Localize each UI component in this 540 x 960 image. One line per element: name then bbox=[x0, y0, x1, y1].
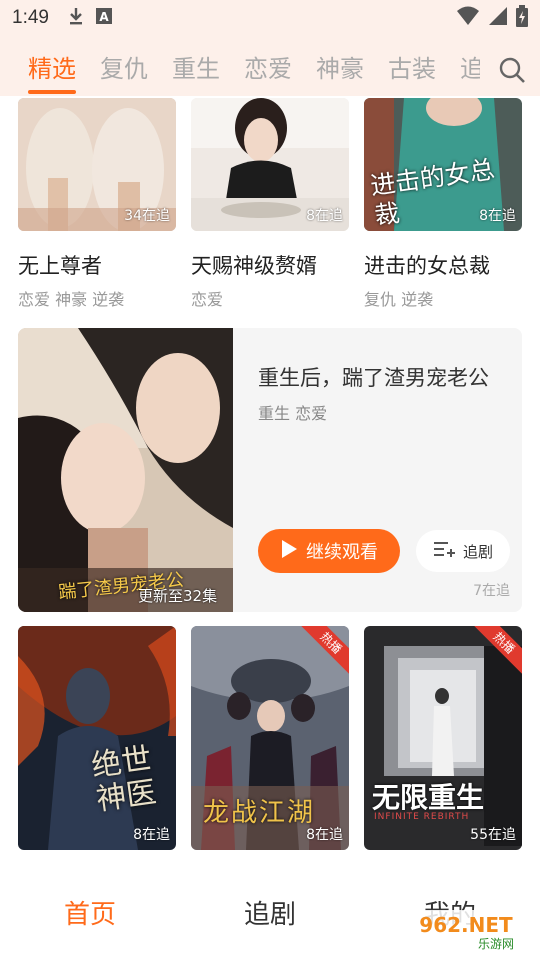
add-to-list-icon bbox=[433, 540, 457, 562]
svg-text:A: A bbox=[99, 10, 109, 24]
follow-drama-button[interactable]: 追剧 bbox=[416, 530, 510, 572]
drama-tags: 恋爱 bbox=[191, 290, 224, 309]
tab-more[interactable]: 追 bbox=[460, 49, 480, 84]
download-icon bbox=[67, 6, 85, 30]
follow-count: 34在追 bbox=[124, 208, 170, 224]
watermark-logo: 962.NET 乐游网 bbox=[400, 906, 532, 954]
featured-tags: 重生 恋爱 bbox=[258, 404, 328, 423]
nav-home[interactable]: 首页 bbox=[0, 870, 180, 960]
drama-card-poster[interactable]: 绝世神医 8在追 bbox=[18, 626, 176, 850]
continue-watching-button[interactable]: 继续观看 bbox=[258, 529, 400, 573]
wifi-icon bbox=[456, 6, 480, 30]
drama-title[interactable]: 进击的女总裁 bbox=[364, 250, 490, 280]
svg-text:962.NET: 962.NET bbox=[419, 913, 513, 937]
category-tabs: 精选 复仇 重生 恋爱 神豪 古装 追 bbox=[0, 36, 540, 96]
drama-tags: 恋爱 神豪 逆袭 bbox=[18, 290, 125, 309]
nav-following[interactable]: 追剧 bbox=[180, 870, 360, 960]
drama-card-poster[interactable]: 34在追 bbox=[18, 98, 176, 231]
text-a-icon: A bbox=[95, 7, 113, 29]
poster-title-art: 无限重生 bbox=[372, 781, 485, 814]
status-bar: 1:49 A bbox=[0, 0, 540, 36]
tab-costume[interactable]: 古装 bbox=[388, 49, 436, 84]
battery-icon bbox=[516, 5, 528, 31]
follow-drama-label: 追剧 bbox=[462, 542, 493, 561]
featured-drama-card[interactable]: 踹了渣男宠老公 更新至32集 重生后，踹了渣男宠老公 重生 恋爱 继续观看 追剧… bbox=[18, 328, 522, 612]
follow-count: 8在追 bbox=[479, 208, 516, 224]
tab-rebirth[interactable]: 重生 bbox=[172, 49, 220, 84]
featured-title: 重生后，踹了渣男宠老公 bbox=[258, 366, 489, 390]
tab-featured[interactable]: 精选 bbox=[28, 49, 76, 94]
svg-text:乐游网: 乐游网 bbox=[478, 937, 514, 951]
signal-icon bbox=[488, 6, 508, 30]
tab-tycoon[interactable]: 神豪 bbox=[316, 49, 364, 84]
drama-tags: 复仇 逆袭 bbox=[364, 290, 434, 309]
follow-count: 7在追 bbox=[473, 583, 510, 599]
tab-revenge[interactable]: 复仇 bbox=[100, 49, 148, 84]
drama-card-poster[interactable]: 无限重生 INFINITE REBIRTH 热播 55在追 bbox=[364, 626, 522, 850]
tab-romance[interactable]: 恋爱 bbox=[244, 49, 292, 84]
drama-title[interactable]: 无上尊者 bbox=[18, 250, 102, 280]
drama-card-poster[interactable]: 进击的女总裁 8在追 bbox=[364, 98, 522, 231]
drama-card-poster[interactable]: 龙战江湖 热播 8在追 bbox=[191, 626, 349, 850]
poster-title-art: 龙战江湖 bbox=[203, 798, 316, 828]
status-time: 1:49 bbox=[12, 7, 49, 28]
continue-watching-label: 继续观看 bbox=[306, 542, 378, 563]
search-icon[interactable] bbox=[498, 56, 526, 88]
play-icon bbox=[280, 539, 298, 564]
poster-title-art: 绝世神医 bbox=[89, 741, 159, 818]
episode-update: 更新至32集 bbox=[138, 587, 218, 605]
drama-title[interactable]: 天赐神级赘婿 bbox=[191, 250, 317, 280]
follow-count: 8在追 bbox=[306, 827, 343, 843]
featured-poster bbox=[18, 328, 233, 612]
drama-card-poster[interactable]: 8在追 bbox=[191, 98, 349, 231]
follow-count: 8在追 bbox=[133, 827, 170, 843]
poster-subtitle-art: INFINITE REBIRTH bbox=[374, 812, 470, 822]
follow-count: 8在追 bbox=[306, 208, 343, 224]
follow-count: 55在追 bbox=[470, 827, 516, 843]
